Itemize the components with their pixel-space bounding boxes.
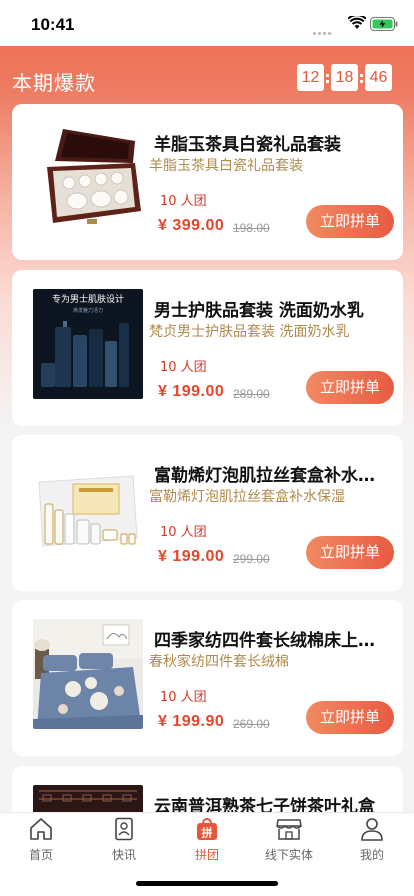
svg-text:焕发魅力活力: 焕发魅力活力 bbox=[73, 307, 103, 314]
skincare-box-image bbox=[33, 454, 143, 564]
group-size: 10 人团 bbox=[160, 525, 207, 540]
tea-set-image bbox=[33, 123, 143, 233]
home-icon bbox=[0, 817, 82, 845]
group-size: 10 人团 bbox=[160, 360, 207, 375]
product-card[interactable]: 专为男士肌肤设计 焕发魅力活力 男士护肤品套装 洗面奶水乳 梵贞男士护肤品套装 … bbox=[12, 270, 403, 426]
product-title: 男士护肤品套装 洗面奶水乳 bbox=[154, 301, 364, 321]
tab-store[interactable]: 线下实体 bbox=[248, 815, 330, 862]
tab-label: 我的 bbox=[359, 848, 384, 862]
product-title: 四季家纺四件套长绒棉床上用品 bbox=[154, 631, 390, 651]
group-price: ¥ 199.00 bbox=[158, 548, 225, 565]
countdown-timer: 12 : 18 : 46 bbox=[297, 64, 392, 91]
countdown-separator: : bbox=[358, 68, 365, 87]
tab-group-buy[interactable]: 拼 拼团 bbox=[166, 815, 248, 862]
product-subtitle: 富勒烯灯泡肌拉丝套盒补水保湿 bbox=[149, 489, 345, 505]
tab-label: 拼团 bbox=[194, 848, 219, 862]
product-card[interactable]: 富勒烯灯泡肌拉丝套盒补水保湿 富勒烯灯泡肌拉丝套盒补水保湿 10 人团 ¥ 19… bbox=[12, 435, 403, 591]
countdown-hours: 12 bbox=[297, 64, 324, 91]
group-buy-icon: 拼 bbox=[166, 817, 248, 845]
wifi-icon bbox=[347, 14, 367, 34]
tab-home[interactable]: 首页 bbox=[0, 815, 82, 862]
status-time: 10:41 bbox=[31, 15, 75, 34]
product-title: 羊脂玉茶具白瓷礼品套装 bbox=[154, 135, 341, 155]
original-price: 198.00 bbox=[233, 221, 270, 235]
original-price: 299.00 bbox=[233, 552, 270, 566]
status-bar: 10:41 bbox=[0, 0, 414, 46]
product-title: 富勒烯灯泡肌拉丝套盒补水保湿 bbox=[154, 466, 390, 486]
product-subtitle: 梵贞男士护肤品套装 洗面奶水乳 bbox=[149, 324, 350, 340]
tab-label: 首页 bbox=[28, 848, 53, 862]
group-price: ¥ 199.90 bbox=[158, 713, 225, 730]
countdown-seconds: 46 bbox=[365, 64, 392, 91]
bedding-image bbox=[33, 619, 143, 729]
join-group-button[interactable]: 立即拼单 bbox=[306, 701, 394, 734]
svg-text:专为男士肌肤设计: 专为男士肌肤设计 bbox=[52, 293, 124, 305]
signal-icon bbox=[313, 20, 333, 39]
product-card[interactable]: 羊脂玉茶具白瓷礼品套装 羊脂玉茶具白瓷礼品套装 10 人团 ¥ 399.00 1… bbox=[12, 104, 403, 260]
tab-news[interactable]: 快讯 bbox=[83, 815, 165, 862]
men-skincare-image: 专为男士肌肤设计 焕发魅力活力 bbox=[33, 289, 143, 399]
svg-text:拼: 拼 bbox=[202, 826, 213, 840]
tab-label: 快讯 bbox=[111, 848, 136, 862]
group-price: ¥ 199.00 bbox=[158, 383, 225, 400]
join-group-button[interactable]: 立即拼单 bbox=[306, 536, 394, 569]
group-size: 10 人团 bbox=[160, 194, 207, 209]
product-subtitle: 羊脂玉茶具白瓷礼品套装 bbox=[149, 158, 303, 174]
countdown-separator: : bbox=[324, 68, 331, 87]
group-price: ¥ 399.00 bbox=[158, 217, 225, 234]
page-title: 本期爆款 bbox=[12, 71, 96, 95]
original-price: 289.00 bbox=[233, 387, 270, 401]
product-subtitle: 春秋家纺四件套长绒棉 bbox=[149, 654, 289, 670]
tab-profile[interactable]: 我的 bbox=[331, 815, 413, 862]
news-icon bbox=[83, 817, 165, 845]
profile-icon bbox=[331, 817, 413, 845]
original-price: 269.00 bbox=[233, 717, 270, 731]
join-group-button[interactable]: 立即拼单 bbox=[306, 205, 394, 238]
group-size: 10 人团 bbox=[160, 690, 207, 705]
home-indicator bbox=[136, 881, 278, 886]
countdown-minutes: 18 bbox=[331, 64, 358, 91]
tab-label: 线下实体 bbox=[264, 848, 313, 862]
battery-icon bbox=[370, 16, 398, 35]
header: 本期爆款 12 : 18 : 46 bbox=[0, 46, 414, 104]
product-card[interactable]: 四季家纺四件套长绒棉床上用品 春秋家纺四件套长绒棉 10 人团 ¥ 199.90… bbox=[12, 600, 403, 756]
join-group-button[interactable]: 立即拼单 bbox=[306, 371, 394, 404]
store-icon bbox=[248, 817, 330, 845]
